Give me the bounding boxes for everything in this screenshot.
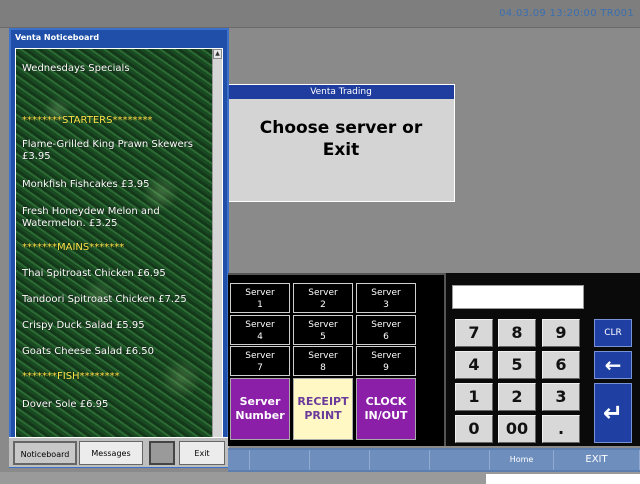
exit-button[interactable]: EXIT bbox=[554, 450, 640, 470]
home-button[interactable]: Home bbox=[490, 450, 554, 470]
dialog-message: Choose server or Exit bbox=[259, 118, 423, 160]
tab-messages[interactable]: Messages bbox=[79, 441, 143, 465]
key-5[interactable]: 5 bbox=[498, 351, 536, 379]
noticeboard-scrollbar[interactable]: ▲ ▼ bbox=[212, 49, 222, 461]
server-2-button[interactable]: Server 2 bbox=[293, 283, 353, 313]
server-9-button[interactable]: Server 9 bbox=[356, 346, 416, 376]
server-3-button[interactable]: Server 3 bbox=[356, 283, 416, 313]
dialog-box: Venta Trading Choose server or Exit bbox=[227, 84, 455, 202]
notice-line: Crispy Duck Salad £5.95 bbox=[22, 320, 145, 331]
clock-in-out-button[interactable]: CLOCK IN/OUT bbox=[356, 378, 416, 440]
bottom-field bbox=[486, 474, 640, 484]
notice-line: Flame-Grilled King Prawn Skewers £3.95 bbox=[22, 139, 193, 162]
notice-line: ********STARTERS******** bbox=[22, 115, 153, 126]
dialog-title: Venta Trading bbox=[228, 85, 454, 99]
status-segment bbox=[310, 450, 370, 470]
key-3[interactable]: 3 bbox=[542, 383, 580, 411]
tab-blank[interactable] bbox=[149, 441, 175, 465]
noticeboard-title: Venta Noticeboard bbox=[15, 33, 100, 42]
tab-exit[interactable]: Exit bbox=[179, 441, 225, 465]
noticeboard-panel: Wednesdays Specials ********STARTERS****… bbox=[15, 48, 223, 462]
key-8[interactable]: 8 bbox=[498, 319, 536, 347]
scroll-up-icon[interactable]: ▲ bbox=[213, 49, 222, 59]
server-number-button[interactable]: Server Number bbox=[230, 378, 290, 440]
notice-line: Thai Spitroast Chicken £6.95 bbox=[22, 268, 166, 279]
status-segment bbox=[250, 450, 310, 470]
notice-line: Dover Sole £6.95 bbox=[22, 399, 109, 410]
noticeboard-tabs: Noticeboard Messages Exit bbox=[9, 437, 229, 467]
status-segment bbox=[370, 450, 430, 470]
status-segment bbox=[228, 450, 250, 470]
key-2[interactable]: 2 bbox=[498, 383, 536, 411]
key-decimal[interactable]: . bbox=[542, 415, 580, 443]
clear-button[interactable]: CLR bbox=[594, 319, 632, 347]
enter-icon[interactable]: ↵ bbox=[594, 383, 632, 443]
key-9[interactable]: 9 bbox=[542, 319, 580, 347]
key-00[interactable]: 00 bbox=[498, 415, 536, 443]
server-6-button[interactable]: Server 6 bbox=[356, 315, 416, 345]
backspace-icon[interactable]: ← bbox=[594, 351, 632, 379]
server-5-button[interactable]: Server 5 bbox=[293, 315, 353, 345]
key-7[interactable]: 7 bbox=[455, 319, 493, 347]
server-4-button[interactable]: Server 4 bbox=[230, 315, 290, 345]
key-1[interactable]: 1 bbox=[455, 383, 493, 411]
notice-line: *******FISH******** bbox=[22, 371, 120, 382]
receipt-print-button[interactable]: RECEIPT PRINT bbox=[293, 378, 353, 440]
notice-line: Wednesdays Specials bbox=[22, 63, 130, 74]
key-6[interactable]: 6 bbox=[542, 351, 580, 379]
numpad-display[interactable] bbox=[452, 285, 584, 309]
key-4[interactable]: 4 bbox=[455, 351, 493, 379]
key-0[interactable]: 0 bbox=[455, 415, 493, 443]
notice-line: *******MAINS******* bbox=[22, 242, 125, 253]
status-bar: Home EXIT bbox=[228, 448, 640, 472]
notice-line: Monkfish Fishcakes £3.95 bbox=[22, 179, 150, 190]
top-bar: 04.03.09 13:20:00 TR001 bbox=[0, 0, 640, 28]
status-segment bbox=[430, 450, 490, 470]
notice-line: Tandoori Spitroast Chicken £7.25 bbox=[22, 294, 187, 305]
server-8-button[interactable]: Server 8 bbox=[293, 346, 353, 376]
server-1-button[interactable]: Server 1 bbox=[230, 283, 290, 313]
noticeboard-window: Venta Noticeboard Wednesdays Specials **… bbox=[9, 28, 229, 468]
notice-line: Goats Cheese Salad £6.50 bbox=[22, 346, 155, 357]
server-7-button[interactable]: Server 7 bbox=[230, 346, 290, 376]
tab-noticeboard[interactable]: Noticeboard bbox=[13, 441, 77, 465]
datetime-display: 04.03.09 13:20:00 TR001 bbox=[499, 8, 634, 19]
notice-line: Fresh Honeydew Melon and Watermelon. £3.… bbox=[22, 206, 160, 229]
